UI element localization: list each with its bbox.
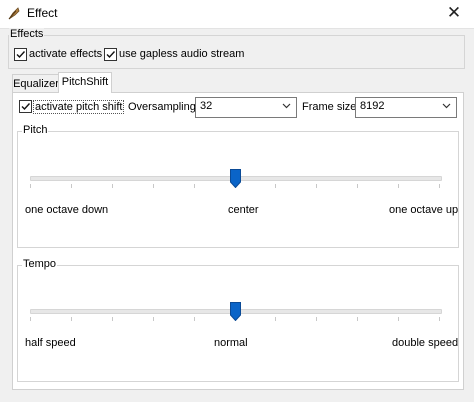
- slider-tick: [30, 317, 31, 321]
- tab-equalizer[interactable]: Equalizer: [12, 74, 60, 93]
- tempo-slider[interactable]: [30, 301, 442, 325]
- pitch-slider[interactable]: [30, 168, 442, 192]
- activate-effects-checkbox[interactable]: [14, 48, 27, 61]
- oversampling-value: 32: [200, 100, 213, 112]
- check-icon: [16, 51, 26, 59]
- tempo-min-label: half speed: [25, 337, 76, 349]
- frame-size-select[interactable]: 8192: [355, 97, 457, 118]
- slider-tick: [398, 317, 399, 321]
- slider-tick: [439, 184, 440, 188]
- check-icon: [21, 103, 31, 111]
- slider-tick: [194, 184, 195, 188]
- activate-pitch-shift-label[interactable]: activate pitch shift: [33, 100, 125, 114]
- slider-tick: [357, 184, 358, 188]
- slider-tick: [112, 184, 113, 188]
- slider-tick: [316, 317, 317, 321]
- effects-group-label: Effects: [9, 28, 45, 40]
- close-button[interactable]: ✕: [440, 2, 468, 24]
- chevron-down-icon: [442, 101, 451, 113]
- oversampling-label: Oversampling:: [128, 101, 199, 113]
- activate-effects-label[interactable]: activate effects: [29, 48, 102, 60]
- slider-tick: [71, 184, 72, 188]
- slider-tick: [275, 184, 276, 188]
- pitch-mid-label: center: [228, 204, 259, 216]
- slider-tick: [153, 184, 154, 188]
- gapless-label[interactable]: use gapless audio stream: [119, 48, 244, 60]
- tab-pitchshift[interactable]: PitchShift: [58, 72, 112, 93]
- gapless-checkbox[interactable]: [104, 48, 117, 61]
- title-bar: Effect ✕: [0, 0, 474, 28]
- window-title: Effect: [27, 6, 58, 20]
- frame-size-label: Frame size:: [302, 101, 360, 113]
- frame-size-value: 8192: [360, 100, 385, 112]
- slider-tick: [316, 184, 317, 188]
- slider-tick: [439, 317, 440, 321]
- slider-tick: [153, 317, 154, 321]
- slider-tick: [357, 317, 358, 321]
- slider-tick: [275, 317, 276, 321]
- pitch-min-label: one octave down: [25, 204, 109, 216]
- feather-icon: [7, 6, 21, 20]
- tempo-max-label: double speed: [392, 337, 459, 349]
- check-icon: [106, 51, 116, 59]
- pitch-max-label: one octave up: [389, 204, 459, 216]
- slider-tick: [71, 317, 72, 321]
- slider-tick: [112, 317, 113, 321]
- slider-tick: [194, 317, 195, 321]
- tempo-slider-thumb[interactable]: [230, 302, 241, 322]
- tempo-group-label: Tempo: [22, 258, 58, 270]
- chevron-down-icon: [282, 101, 291, 113]
- pitch-slider-thumb[interactable]: [230, 169, 241, 189]
- tempo-mid-label: normal: [214, 337, 248, 349]
- slider-tick: [30, 184, 31, 188]
- slider-tick: [398, 184, 399, 188]
- oversampling-select[interactable]: 32: [195, 97, 297, 118]
- activate-pitch-shift-checkbox[interactable]: [19, 100, 32, 113]
- pitch-group-label: Pitch: [22, 124, 49, 136]
